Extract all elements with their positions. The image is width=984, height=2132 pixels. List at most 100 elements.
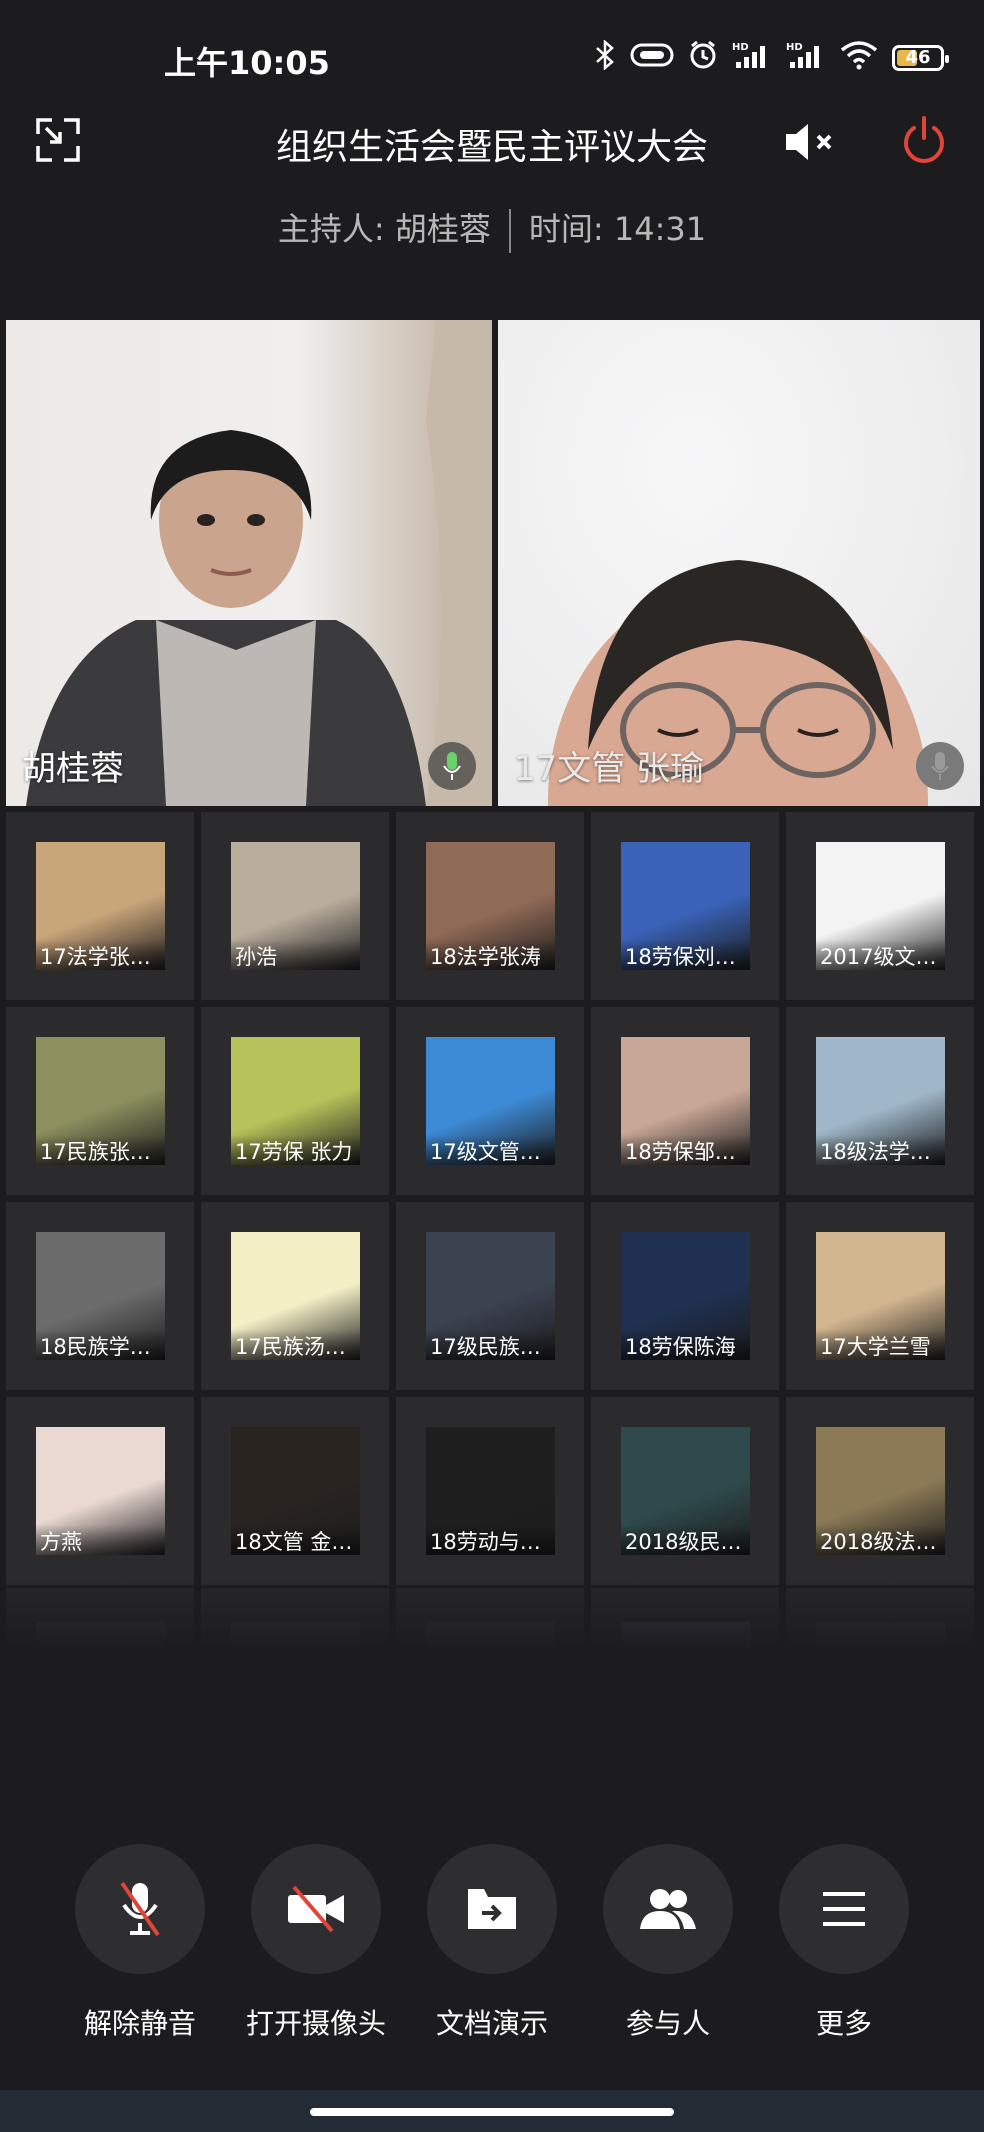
- participant-avatar: 17大学兰雪: [816, 1232, 945, 1360]
- participant-name: 18级法学…: [816, 1135, 945, 1165]
- menu-icon: [823, 1892, 865, 1926]
- camera-button[interactable]: 打开摄像头: [228, 1844, 404, 2042]
- participant-name: 孙浩: [231, 940, 360, 970]
- document-share-icon: [468, 1889, 516, 1929]
- participant-name: 17级民族…: [426, 1330, 555, 1360]
- participant-tile[interactable]: 2018级民…: [591, 1397, 779, 1585]
- speaker-off-icon: [786, 124, 832, 160]
- participant-avatar: 2017级文…: [816, 842, 945, 970]
- participant-tile[interactable]: 18劳保刘…: [591, 812, 779, 1000]
- signal-hd-2-icon: HD: [786, 40, 826, 75]
- participant-name: 2018级法…: [816, 1525, 945, 1555]
- unmute-circle: [75, 1844, 205, 1974]
- leave-meeting-button[interactable]: [900, 116, 948, 164]
- participant-avatar: 2018级民…: [621, 1427, 750, 1555]
- participant-name: 18民族学…: [36, 1330, 165, 1360]
- participant-avatar: 孙浩: [231, 842, 360, 970]
- participant-tile[interactable]: 17民族张…: [6, 1007, 194, 1195]
- participant-avatar: 17民族汤…: [231, 1232, 360, 1360]
- participant-tile[interactable]: 18法学张涛: [396, 812, 584, 1000]
- participants-button[interactable]: 参与人: [580, 1844, 756, 2042]
- status-time: 上午10:05: [164, 44, 330, 82]
- video-name-1: 胡桂蓉: [22, 749, 124, 789]
- participant-tile[interactable]: 17民族汤…: [201, 1202, 389, 1390]
- camera-label: 打开摄像头: [245, 2007, 386, 2040]
- participant-avatar: 17级文管…: [426, 1037, 555, 1165]
- participant-avatar: 18劳动与…: [426, 1427, 555, 1555]
- vibrate-icon: [630, 42, 674, 73]
- more-label: 更多: [815, 2007, 872, 2040]
- participant-name: 17大学兰雪: [816, 1330, 945, 1360]
- mic-off-icon: [120, 1881, 160, 1937]
- participant-name: 18法学张涛: [426, 940, 555, 970]
- participant-name: 2018级民…: [621, 1525, 750, 1555]
- participant-name: 18文管 金…: [231, 1525, 360, 1555]
- participant-avatar: 18文管 金…: [231, 1427, 360, 1555]
- participant-name: 17法学张…: [36, 940, 165, 970]
- participant-tile[interactable]: 孙浩: [201, 812, 389, 1000]
- participant-tile[interactable]: 17级文管…: [396, 1007, 584, 1195]
- video-tile-main-1[interactable]: 胡桂蓉: [6, 320, 492, 806]
- meeting-header: 组织生活会暨民主评议大会: [0, 82, 984, 202]
- status-bar: 上午10:05 HD HD 46: [0, 0, 984, 82]
- mic-active-icon: [443, 752, 461, 780]
- meeting-info: 主持人: 胡桂蓉 时间: 14:31: [0, 204, 984, 253]
- wifi-icon: [840, 40, 878, 75]
- status-icons: HD HD 46: [594, 39, 949, 75]
- participant-avatar: 方燕: [36, 1427, 165, 1555]
- participant-avatar: 18劳保陈海: [621, 1232, 750, 1360]
- camera-circle: [251, 1844, 381, 1974]
- participant-avatar: 17劳保 张力: [231, 1037, 360, 1165]
- participant-name: 17民族汤…: [231, 1330, 360, 1360]
- participant-tile[interactable]: 18民族学…: [6, 1202, 194, 1390]
- unmute-button[interactable]: 解除静音: [52, 1844, 228, 2042]
- bluetooth-icon: [594, 39, 616, 75]
- mic-status-badge-2: [916, 742, 964, 790]
- participant-tile[interactable]: 2018级法…: [786, 1397, 974, 1585]
- participant-tile[interactable]: 17法学张…: [6, 812, 194, 1000]
- participant-tile[interactable]: 18劳动与…: [396, 1397, 584, 1585]
- participant-tile[interactable]: 方燕: [6, 1397, 194, 1585]
- host-label: 主持人: 胡桂蓉: [277, 210, 491, 248]
- svg-text:HD: HD: [732, 42, 749, 53]
- participant-tile[interactable]: 17级民族…: [396, 1202, 584, 1390]
- participant-tile[interactable]: 18劳保邹…: [591, 1007, 779, 1195]
- participant-avatar: 18民族学…: [36, 1232, 165, 1360]
- docs-circle: [427, 1844, 557, 1974]
- participant-avatar: 17级民族…: [426, 1232, 555, 1360]
- more-circle: [779, 1844, 909, 1974]
- participant-avatar: 18劳保邹…: [621, 1037, 750, 1165]
- more-button[interactable]: 更多: [756, 1844, 932, 2042]
- participants-icon: [640, 1889, 696, 1929]
- docs-button[interactable]: 文档演示: [404, 1844, 580, 2042]
- svg-text:HD: HD: [786, 42, 803, 53]
- alarm-icon: [688, 40, 718, 75]
- participant-tile[interactable]: 17大学兰雪: [786, 1202, 974, 1390]
- participant-name: 17级文管…: [426, 1135, 555, 1165]
- participant-name: 18劳保刘…: [621, 940, 750, 970]
- battery-text: 46: [905, 47, 931, 68]
- participant-avatar: 17法学张…: [36, 842, 165, 970]
- participant-name: 方燕: [36, 1525, 165, 1555]
- home-indicator[interactable]: [310, 2108, 674, 2116]
- participant-avatar: 18法学张涛: [426, 842, 555, 970]
- participant-tile[interactable]: 18级法学…: [786, 1007, 974, 1195]
- participant-tile[interactable]: 18文管 金…: [201, 1397, 389, 1585]
- grid-fade: [0, 1580, 984, 1650]
- participant-avatar: 17民族张…: [36, 1037, 165, 1165]
- video-tile-main-2[interactable]: 17文管 张瑜: [498, 320, 980, 806]
- power-icon: [904, 116, 944, 163]
- participant-tile[interactable]: 17劳保 张力: [201, 1007, 389, 1195]
- bottom-toolbar: 解除静音 打开摄像头 文档演示 参与人 更多: [0, 1844, 984, 2044]
- participant-name: 18劳动与…: [426, 1525, 555, 1555]
- participant-tile[interactable]: 2017级文…: [786, 812, 974, 1000]
- docs-label: 文档演示: [435, 2007, 548, 2040]
- unmute-label: 解除静音: [83, 2007, 196, 2040]
- speaker-mute-button[interactable]: [784, 120, 840, 164]
- participant-tile[interactable]: 18劳保陈海: [591, 1202, 779, 1390]
- mic-status-badge-1: [428, 742, 476, 790]
- participant-avatar: 18级法学…: [816, 1037, 945, 1165]
- participant-name: 17民族张…: [36, 1135, 165, 1165]
- participants-circle: [603, 1844, 733, 1974]
- participants-label: 参与人: [625, 2007, 710, 2040]
